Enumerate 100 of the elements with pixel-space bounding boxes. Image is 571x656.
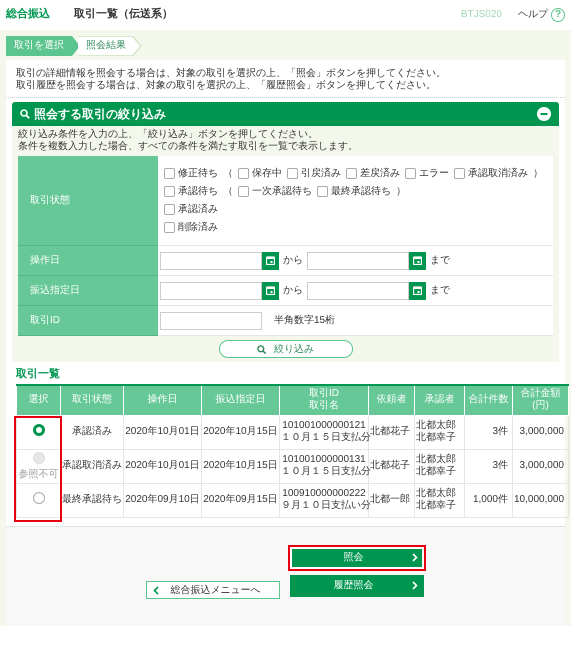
table-cell-text: 北都太郎	[416, 488, 457, 500]
column-header: 取引ID 取引名	[280, 385, 368, 416]
search-icon	[257, 344, 266, 354]
column-header: 合計件数	[464, 385, 512, 416]
checkbox-label: 差戻済み	[360, 168, 400, 180]
help-link[interactable]: ヘルプ	[518, 9, 548, 21]
checkbox-label: 修正待ち	[178, 168, 218, 180]
instruction-text: 取引履歴を照会する場合は、対象の取引を選択の上、「履歴照会」ボタンを押してください。	[16, 80, 437, 92]
checkbox-label: 最終承認待ち	[331, 186, 391, 198]
table-cell-text: 北都幸子	[416, 432, 457, 444]
help-icon[interactable]: ?	[551, 8, 565, 22]
checkbox[interactable]	[164, 168, 175, 179]
table-cell: 1,000件	[464, 483, 512, 518]
back-button[interactable]: 総合振込メニューへ	[146, 581, 280, 600]
section-heading: 取引一覧	[14, 367, 61, 382]
date-field[interactable]	[160, 282, 262, 300]
column-header: 承認者	[414, 385, 464, 416]
checkbox-label: 承認済み	[178, 204, 218, 216]
checkbox[interactable]	[287, 168, 298, 179]
table-cell-text: 北都太郎	[416, 420, 457, 432]
filter-panel-header[interactable]: 照会する取引の絞り込み	[12, 102, 559, 126]
field-label: 取引状態	[30, 194, 70, 206]
parenthesis: ）	[533, 168, 543, 180]
checkbox[interactable]	[317, 186, 328, 197]
table-cell: 2020年10月01日	[124, 449, 202, 484]
range-label: から	[283, 284, 303, 296]
table-cell: 2020年10月15日	[202, 415, 280, 450]
table-cell: 北都花子	[368, 449, 414, 484]
calendar-button[interactable]	[409, 282, 426, 300]
table-cell: 3件	[464, 415, 512, 450]
table-cell: 承認取消済み	[60, 449, 124, 484]
checkbox[interactable]	[238, 186, 249, 197]
table-cell: 2020年10月01日	[124, 415, 202, 450]
column-header: 取引状態	[60, 385, 124, 416]
checkbox-label: 承認取消済み	[468, 168, 528, 180]
screen-id: BTJS020	[460, 9, 502, 21]
calendar-button[interactable]	[262, 252, 279, 270]
calendar-icon	[266, 286, 275, 295]
filter-button[interactable]: 絞り込み	[218, 340, 352, 358]
table-cell-text: 北都幸子	[416, 500, 457, 512]
filter-description: 条件を複数入力した場合、すべての条件を満たす取引を一覧で表示します。	[18, 141, 359, 153]
checkbox-label: 保存中	[252, 168, 282, 180]
checkbox[interactable]	[346, 168, 357, 179]
section-title: 総合振込	[6, 8, 50, 22]
id-field[interactable]	[160, 312, 262, 330]
parenthesis: （	[223, 186, 233, 198]
filter-title: 照会する取引の絞り込み	[34, 106, 166, 122]
table-cell: 2020年09月10日	[124, 483, 202, 518]
table-cell: 2020年09月15日	[202, 483, 280, 518]
hint-text: 半角数字15桁	[274, 314, 336, 326]
column-header: 依頼者	[368, 385, 414, 416]
step-indicator: 照会結果	[78, 36, 142, 56]
date-field[interactable]	[160, 252, 262, 270]
chevron-right-icon	[412, 581, 418, 590]
table-cell: 3件	[464, 449, 512, 484]
table-cell-text: 101001000000121	[281, 420, 367, 432]
checkbox[interactable]	[238, 168, 249, 179]
checkbox[interactable]	[164, 222, 175, 233]
calendar-button[interactable]	[409, 252, 426, 270]
table-cell: 最終承認待ち	[60, 483, 124, 518]
table-cell: 北都花子	[368, 415, 414, 450]
table-cell-text: 101001000000131	[281, 454, 367, 466]
range-label: まで	[430, 254, 450, 266]
checkbox-label: エラー	[419, 168, 449, 180]
chevron-left-icon	[152, 586, 158, 595]
radio-button[interactable]	[32, 492, 44, 504]
filter-description: 絞り込み条件を入力の上、「絞り込み」ボタンを押してください。	[18, 129, 319, 140]
table-cell: 3,000,000	[512, 449, 568, 484]
checkbox-label: 承認待ち	[178, 186, 218, 198]
field-label: 操作日	[30, 254, 60, 266]
checkbox[interactable]	[405, 168, 416, 179]
table-cell-text: 北都幸子	[416, 466, 457, 478]
instruction-text: 取引の詳細情報を照会する場合は、対象の取引を選択の上、「照会」ボタンを押してください。	[16, 68, 447, 80]
column-header: 操作日	[124, 385, 202, 416]
action-button[interactable]: 照会	[288, 544, 426, 571]
date-field[interactable]	[307, 252, 409, 270]
field-label: 振込指定日	[30, 284, 80, 296]
checkbox[interactable]	[164, 186, 175, 197]
column-header: 振込指定日	[202, 385, 280, 416]
field-label: 取引ID	[30, 314, 60, 326]
collapse-icon[interactable]	[537, 107, 551, 121]
date-field[interactable]	[307, 282, 409, 300]
column-header: 選択	[16, 385, 60, 416]
checkbox[interactable]	[454, 168, 465, 179]
calendar-icon	[413, 256, 422, 265]
action-button[interactable]: 履歴照会	[290, 574, 424, 597]
table-cell: 2020年10月15日	[202, 449, 280, 484]
checkbox-label: 引戻済み	[301, 168, 341, 180]
radio-button[interactable]	[32, 424, 44, 436]
parenthesis: （	[223, 168, 233, 180]
checkbox[interactable]	[164, 204, 175, 215]
parenthesis: ）	[396, 186, 406, 198]
table-cell: 3,000,000	[512, 415, 568, 450]
range-label: まで	[430, 284, 450, 296]
page-title: 取引一覧（伝送系）	[74, 8, 173, 22]
table-cell: 承認済み	[60, 415, 124, 450]
calendar-button[interactable]	[262, 282, 279, 300]
table-cell: 北都一郎	[368, 483, 414, 518]
table-cell-text: 北都太郎	[416, 454, 457, 466]
column-header: 合計金額 (円)	[512, 385, 568, 416]
